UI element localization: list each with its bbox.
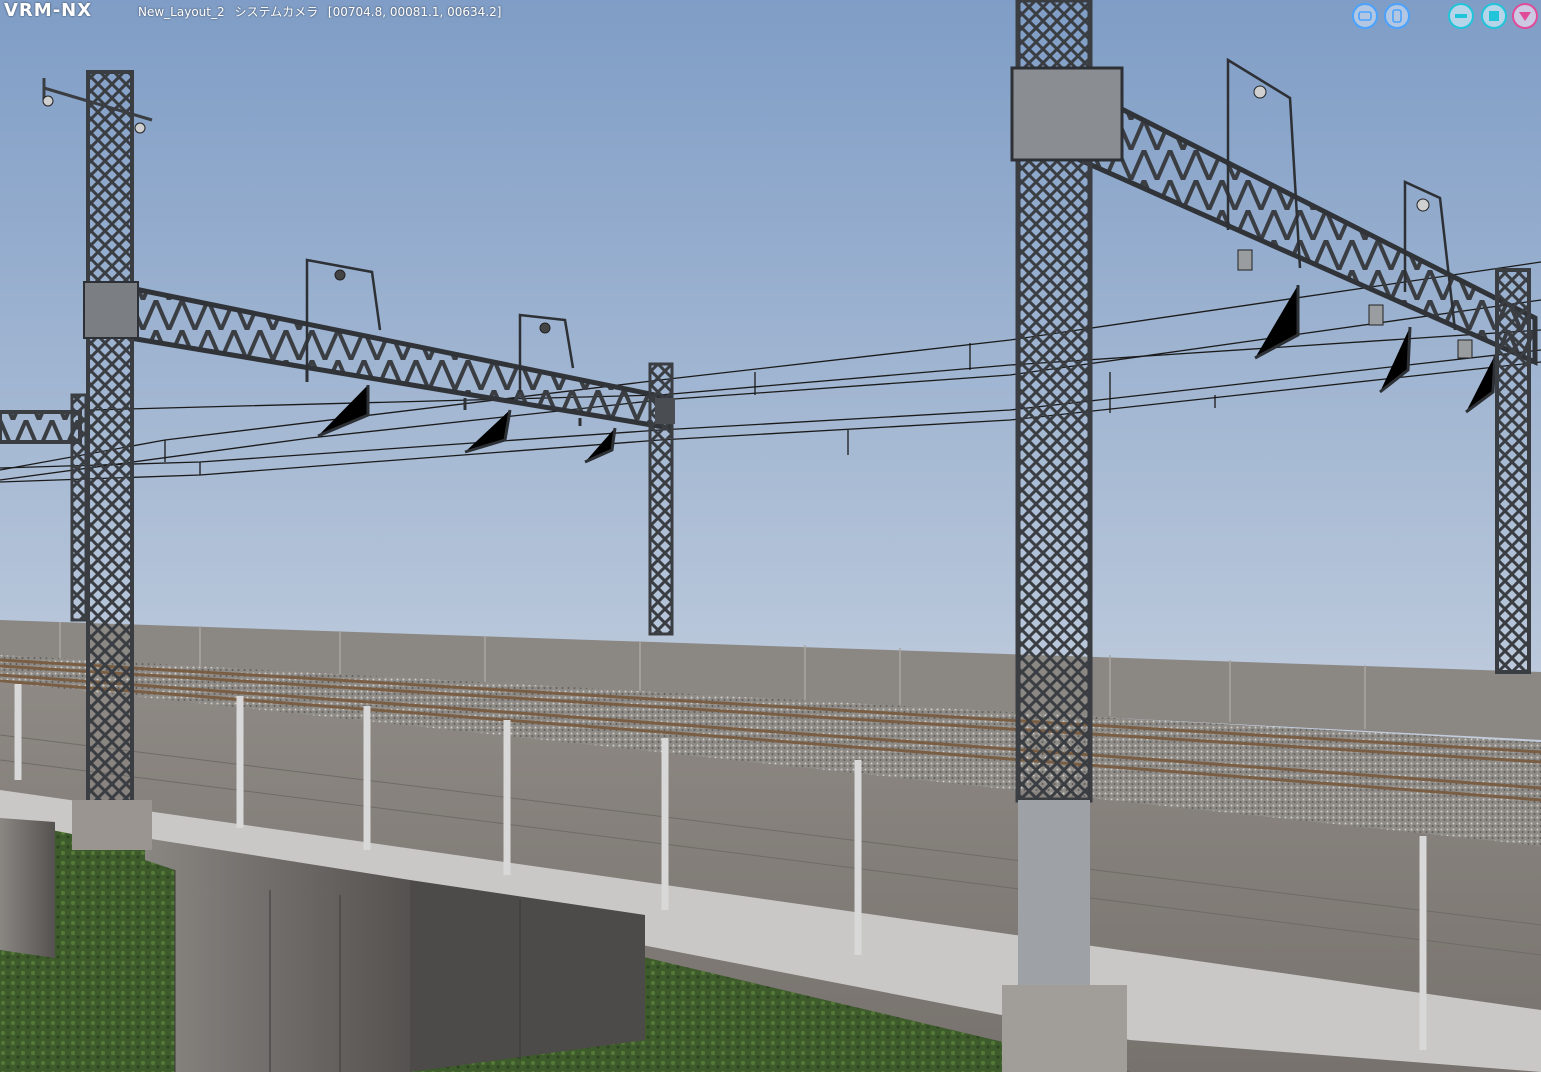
- mast-right-far: [1495, 268, 1531, 674]
- window-caption: New_Layout_2 システムカメラ [00704.8, 00081.1, …: [138, 3, 507, 20]
- mast-right-footing: [1002, 985, 1127, 1072]
- mast-left-footing: [72, 800, 152, 850]
- mast-right-joint-plate: [1010, 66, 1124, 162]
- mast-left-joint-plate: [83, 281, 139, 339]
- title-bar: VRM-NX New_Layout_2 システムカメラ [00704.8, 00…: [0, 0, 1541, 29]
- layout-toggle-1-button[interactable]: [1352, 3, 1378, 29]
- bridge-pier-left: [0, 818, 55, 958]
- truss-beam-far-left: [0, 410, 82, 444]
- triangle-down-icon: [1519, 12, 1531, 21]
- square-icon: [1489, 11, 1499, 21]
- maximize-button[interactable]: [1481, 3, 1507, 29]
- panel-icon: [1392, 9, 1402, 23]
- app-logo: VRM-NX: [4, 0, 93, 21]
- mast-right-lower-plate: [1018, 800, 1090, 1000]
- mast-left-main: [86, 70, 134, 809]
- camera-name: システムカメラ: [234, 5, 319, 19]
- mast-center-bracket: [655, 398, 675, 424]
- minus-icon: [1455, 14, 1467, 18]
- 3d-viewport[interactable]: [0, 0, 1541, 1072]
- menu-button[interactable]: [1512, 3, 1538, 29]
- panel-icon: [1358, 11, 1372, 21]
- layout-name: New_Layout_2: [138, 5, 225, 19]
- minimize-button[interactable]: [1448, 3, 1474, 29]
- mast-far-left: [70, 393, 88, 622]
- layout-toggle-2-button[interactable]: [1384, 3, 1410, 29]
- camera-coordinates: [00704.8, 00081.1, 00634.2]: [327, 5, 502, 19]
